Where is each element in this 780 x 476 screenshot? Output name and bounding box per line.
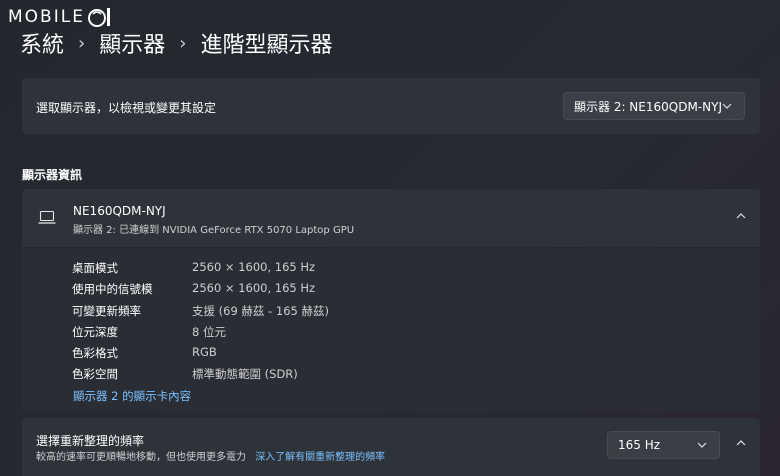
display-name: NE160QDM-NYJ — [73, 204, 166, 218]
refresh-rate-description: 較高的速率可更順暢地移動，但也使用更多電力 深入了解有關重新整理的頻率 — [36, 448, 385, 463]
refresh-rate-description-text: 較高的速率可更順暢地移動，但也使用更多電力 — [36, 452, 246, 463]
display-info-header[interactable]: NE160QDM-NYJ 顯示器 2: 已連線到 NVIDIA GeForce … — [22, 189, 760, 247]
chevron-up-icon[interactable] — [736, 213, 746, 219]
breadcrumb-system[interactable]: 系統 — [20, 27, 64, 59]
info-value: RGB — [192, 345, 217, 359]
breadcrumb-display[interactable]: 顯示器 — [99, 27, 165, 59]
select-display-card: 選取顯示器，以檢視或變更其設定 顯示器 2: NE160QDM-NYJ — [22, 78, 760, 134]
display-select-value: 顯示器 2: NE160QDM-NYJ — [574, 99, 722, 114]
display-info-section-title: 顯示器資訊 — [22, 168, 83, 182]
laptop-icon — [38, 211, 56, 224]
info-key: 可變更新頻率 — [72, 304, 141, 318]
display-adapter-properties-link[interactable]: 顯示器 2 的顯示卡內容 — [73, 388, 191, 404]
select-display-label: 選取顯示器，以檢視或變更其設定 — [36, 101, 217, 115]
display-info-details: 桌面模式 2560 × 1600, 165 Hz 使用中的信號模 2560 × … — [22, 248, 760, 412]
info-value: 支援 (69 赫茲 - 165 赫茲) — [192, 304, 329, 318]
refresh-rate-dropdown[interactable]: 165 Hz — [607, 431, 720, 459]
info-value: 8 位元 — [192, 325, 226, 339]
info-key: 使用中的信號模 — [72, 282, 153, 296]
breadcrumb-separator-icon: › — [179, 32, 187, 54]
info-key: 桌面模式 — [72, 261, 118, 275]
info-value: 2560 × 1600, 165 Hz — [192, 260, 316, 274]
info-value: 2560 × 1600, 165 Hz — [192, 281, 316, 295]
logo-01-mark-icon — [87, 8, 110, 27]
breadcrumb-separator-icon: › — [78, 32, 86, 54]
mobile01-logo: MOBILE — [8, 6, 113, 28]
chevron-down-icon — [697, 442, 707, 448]
display-select-dropdown[interactable]: 顯示器 2: NE160QDM-NYJ — [563, 92, 745, 120]
display-connection: 顯示器 2: 已連線到 NVIDIA GeForce RTX 5070 Lapt… — [73, 225, 355, 236]
info-key: 色彩空間 — [72, 367, 118, 381]
info-key: 位元深度 — [72, 325, 118, 339]
logo-text: MOBILE — [8, 7, 85, 27]
page-title: 進階型顯示器 — [200, 33, 333, 58]
chevron-down-icon — [722, 103, 732, 109]
info-key: 色彩格式 — [72, 346, 118, 360]
refresh-rate-card: 選擇重新整理的頻率 較高的速率可更順暢地移動，但也使用更多電力 深入了解有關重新… — [22, 418, 760, 476]
breadcrumb: 系統 › 顯示器 › 進階型顯示器 — [20, 27, 332, 59]
refresh-rate-title: 選擇重新整理的頻率 — [36, 434, 145, 448]
refresh-rate-value: 165 Hz — [618, 438, 661, 452]
refresh-rate-learn-more-link[interactable]: 深入了解有關重新整理的頻率 — [255, 452, 385, 463]
chevron-up-icon[interactable] — [736, 440, 746, 446]
info-value: 標準動態範圍 (SDR) — [192, 367, 298, 381]
